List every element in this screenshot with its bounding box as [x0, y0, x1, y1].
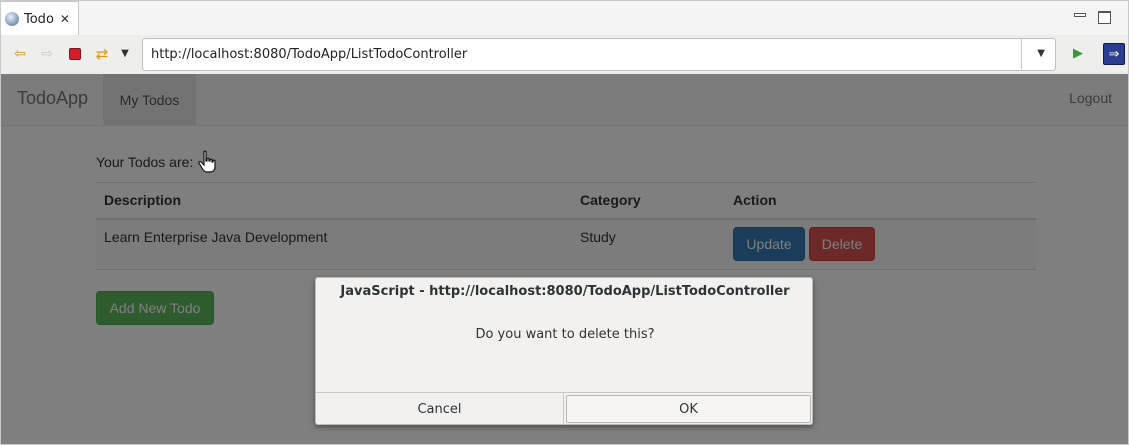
url-text: http://localhost:8080/TodoApp/ListTodoCo…: [151, 47, 468, 62]
confirm-dialog: JavaScript - http://localhost:8080/TodoA…: [315, 277, 813, 425]
maximize-icon[interactable]: [1097, 9, 1111, 24]
back-icon[interactable]: ⇦: [12, 46, 28, 62]
url-history-chevron-icon[interactable]: ▼: [1037, 48, 1045, 59]
cancel-button[interactable]: Cancel: [316, 393, 564, 425]
url-input[interactable]: http://localhost:8080/TodoApp/ListTodoCo…: [142, 38, 1056, 71]
tab-todo[interactable]: Todo ✕: [1, 1, 79, 36]
tab-title: Todo: [24, 11, 54, 27]
refresh-icon[interactable]: ⇄: [94, 46, 110, 62]
hand-cursor-icon: [198, 150, 216, 173]
editor-tab-strip: Todo ✕: [0, 0, 1129, 36]
close-icon[interactable]: ✕: [60, 12, 70, 26]
chevron-down-icon[interactable]: ▼: [117, 46, 133, 62]
browser-toolbar: ⇦ ⇨ ⇄ ▼ http://localhost:8080/TodoApp/Li…: [0, 35, 1129, 74]
eclipse-icon[interactable]: ⇒: [1103, 43, 1125, 65]
forward-icon[interactable]: ⇨: [39, 46, 55, 62]
dialog-message: Do you want to delete this?: [475, 327, 655, 342]
minimize-icon[interactable]: [1072, 9, 1086, 23]
go-icon[interactable]: ▶: [1070, 46, 1086, 62]
url-divider: [1021, 39, 1022, 70]
dialog-title: JavaScript - http://localhost:8080/TodoA…: [340, 284, 790, 299]
ok-button[interactable]: OK: [566, 395, 811, 423]
stop-icon[interactable]: [67, 46, 83, 62]
globe-icon: [5, 12, 19, 26]
dialog-button-bar: Cancel OK: [316, 392, 812, 425]
